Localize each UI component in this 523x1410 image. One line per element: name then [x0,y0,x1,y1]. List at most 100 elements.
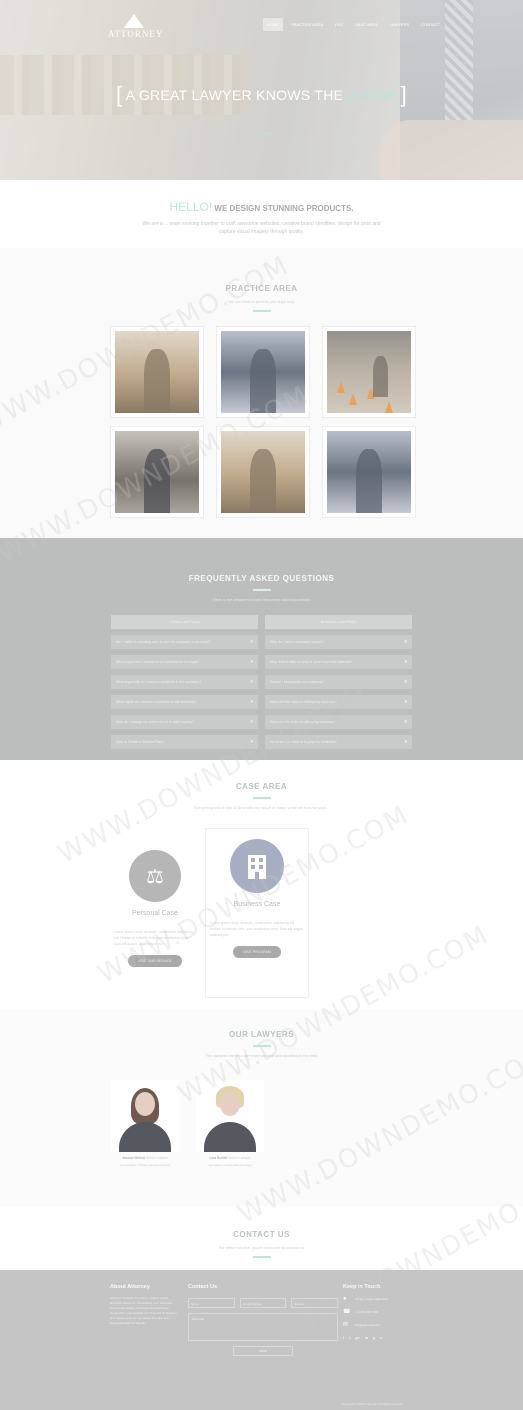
faq-tab-crime[interactable]: Crime Law FAQs [111,615,258,629]
nav-item-home[interactable]: HOME [263,18,283,31]
gallery-item[interactable] [110,326,204,418]
case-name: Business Case [233,901,281,908]
faq-item[interactable]: What legal help do I need to complete in… [111,675,258,689]
hero-title-highlight: JUDGE [347,87,397,103]
case-button[interactable]: VISIT OUR SERVICE [128,955,182,967]
gallery-photo [221,331,305,413]
cone-shape [385,401,393,413]
faq-item[interactable]: Should I incorporate my business? ▾ [265,675,412,689]
message-textarea[interactable]: Message [188,1313,338,1341]
intro-section: HELLO! WE DESIGN STUNNING PRODUCTS. We a… [0,180,523,248]
nav-item-lawyers[interactable]: LAWYERS [386,18,413,31]
photo-figure [143,449,171,513]
hero-bracket-right: ] [400,82,408,107]
chevron-down-icon: ▾ [250,719,253,725]
logo[interactable]: ATTORNEY [108,14,162,40]
section-title: CONTACT US [233,1230,290,1239]
email-text[interactable]: info@attorney.com [355,1323,380,1327]
building-glyph [248,855,266,879]
chevron-down-icon: ▾ [250,659,253,665]
pinterest-icon[interactable]: p [373,1335,375,1340]
chevron-down-icon: ▾ [250,739,253,745]
nav-item-case-area[interactable]: CASE AREA [351,18,382,31]
case-card-personal: ⚖ Personal Case Lorem ipsum dolor sit am… [110,850,200,967]
gallery-item[interactable] [216,426,310,518]
linkedin-icon[interactable]: in [365,1335,368,1340]
vimeo-icon[interactable]: v [380,1335,382,1340]
faq-item[interactable]: How do I change my business tax in right… [111,715,258,729]
facebook-icon[interactable]: f [343,1335,344,1340]
intro-text: We are a ... team working together to cr… [142,221,381,235]
faq-item[interactable]: What are the risks of selling my busines… [265,715,412,729]
faq-item[interactable]: What are the steps to setting my busines… [265,695,412,709]
faq-item[interactable]: Why do I need a business lawyer? ▾ [265,635,412,649]
lawyer-role: Senior Lawyer [228,1156,251,1160]
nav-item-contact[interactable]: CONTACT [417,18,444,31]
email-input[interactable]: Email Address [239,1298,287,1308]
section-title: FREQUENTLY ASKED QUESTIONS [188,574,335,583]
section-divider [252,1045,271,1047]
name-input[interactable]: Name [188,1298,235,1308]
social-links: f t g+ in p v [343,1335,423,1340]
faq-item[interactable]: Am I liable for allowing men to use my c… [111,635,258,649]
nav-item-faq[interactable]: FAQ [331,18,347,31]
photo-figure [249,349,277,413]
chevron-down-icon: ▾ [404,739,407,745]
chevron-down-icon: ▾ [404,679,407,685]
faq-column-business: Business Law FAQs Why do I need a busine… [265,615,412,755]
portrait-head [135,1092,155,1116]
gallery-item[interactable] [322,326,416,418]
section-subtitle: The lawyers are also the most capable an… [205,1053,318,1058]
footer-contact-title: Contact Us [188,1284,218,1290]
faq-item[interactable]: What are the steps in buying my business… [265,735,412,749]
chevron-down-icon: ▾ [404,699,407,705]
intro-headline-text: WE DESIGN STUNNING PRODUCTS. [214,204,354,213]
faq-question: What are the steps in buying my business… [270,740,337,744]
subject-input[interactable]: Subject [291,1298,339,1308]
section-title: PRACTICE AREA [225,284,298,293]
cone-shape [337,381,345,393]
faq-tab-business[interactable]: Business Law FAQs [265,615,412,629]
lawyer-card[interactable]: Jessica Molina Senior Lawyer Los Angeles… [111,1080,179,1168]
gallery-item[interactable] [110,426,204,518]
faq-question: What are the risks of selling my busines… [270,720,336,724]
case-button[interactable]: VISIT PROGRAM [233,946,281,958]
faq-item[interactable]: How to Create a Stream Plan? ▾ [111,735,258,749]
footer-touch-title: Keep in Touch [343,1284,381,1290]
faq-question: What rights do I need to remember in the… [116,700,197,704]
section-subtitle: For better service, you're Welcome to co… [218,1245,305,1250]
faq-question: Why do I need a business lawyer? [270,640,324,644]
photo-figure [249,449,277,513]
section-title: OUR LAWYERS [228,1030,295,1039]
lawyer-card[interactable]: Lola Burlett Senior Lawyer Specialist in… [196,1080,264,1168]
footer-about-title: About Attorney [110,1284,150,1290]
twitter-icon[interactable]: t [349,1335,350,1340]
hero-title-main: A GREAT LAWYER KNOWS THE [125,87,348,103]
gallery-item[interactable] [216,326,310,418]
faq-item[interactable]: What rights do I need to remember in the… [111,695,258,709]
lawyer-bio: Los Angeles, Trusted attorney partner [119,1163,171,1167]
section-divider [252,1256,271,1258]
nav-item-practice-area[interactable]: PRACTICE AREA [287,18,327,31]
faq-item[interactable]: What happens if I cannot to do business … [111,655,258,669]
gallery-item[interactable] [322,426,416,518]
case-card-business: Business Case Lorem ipsum dolor sit amet… [205,828,309,998]
chevron-down-icon: ▾ [404,659,407,665]
footer: About Attorney Attorney Template is a cl… [0,1270,523,1410]
lawyer-name-text: Lola Burlett [209,1156,228,1160]
hero-bracket-left: [ [115,82,123,107]
section-divider [252,797,271,799]
chevron-down-icon[interactable]: ⌄⌄ [254,124,274,138]
practice-area-section: PRACTICE AREA We are here to provide you… [0,248,523,538]
photo-figure [355,449,383,513]
google-plus-icon[interactable]: g+ [355,1335,360,1340]
faq-column-crime: Crime Law FAQs Am I liable for allowing … [111,615,258,755]
faq-item[interactable]: Why does it take so long to close corpor… [265,655,412,669]
lawyer-bio: Specialist in family law and legal [208,1163,252,1167]
gallery-photo [115,331,199,413]
lawyer-name: Jessica Molina Senior Lawyer [111,1156,179,1160]
contact-section: CONTACT US For better service, you're We… [0,1206,523,1270]
map-pin-icon: ● [343,1296,347,1302]
faq-question: Why does it take so long to close corpor… [270,660,353,664]
send-button[interactable]: SEND [233,1346,293,1356]
